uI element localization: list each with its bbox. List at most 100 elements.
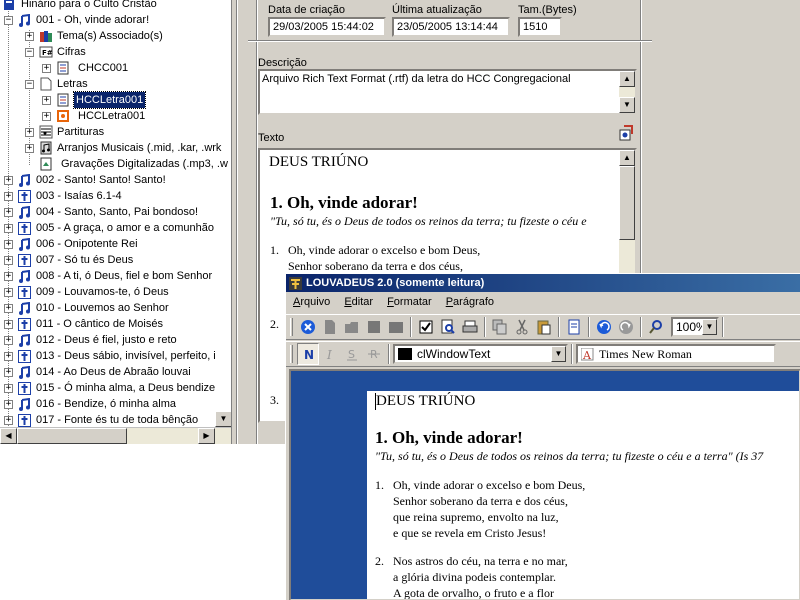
updated-date-field[interactable]: 23/05/2005 13:14:44 [392,17,510,37]
window-titlebar[interactable]: LOUVADEUS 2.0 (somente leitura) [286,274,800,292]
collapse-icon[interactable]: − [25,47,34,57]
undo-icon[interactable] [593,316,615,338]
cut-icon[interactable] [511,316,533,338]
edit-text-icon[interactable] [618,125,634,141]
tree-item-partituras[interactable]: + Partituras [25,124,104,140]
chevron-down-icon[interactable]: ▼ [551,346,566,362]
expand-icon[interactable]: + [42,95,51,105]
description-field[interactable]: Arquivo Rich Text Format (.rtf) da letra… [258,69,637,115]
save-icon[interactable] [363,316,385,338]
tree-item-cifras[interactable]: − F# Cifras [25,44,86,60]
expand-icon[interactable]: + [4,319,13,329]
properties-icon[interactable] [415,316,437,338]
scroll-down-icon[interactable]: ▼ [619,97,635,113]
italic-icon[interactable]: I [319,343,341,365]
expand-icon[interactable]: + [4,335,13,345]
tree-item-temas[interactable]: + Tema(s) Associado(s) [25,28,163,44]
toolbar-grip[interactable] [290,345,293,363]
expand-icon[interactable]: + [25,143,34,153]
font-select[interactable]: A Times New Roman [576,344,776,364]
find-icon[interactable] [645,316,667,338]
tree-item-gravacoes[interactable]: Gravações Digitalizadas (.mp3, .w [38,156,228,172]
tree-item-hymn[interactable]: +010 - Louvemos ao Senhor [4,300,169,316]
expand-icon[interactable]: + [4,175,13,185]
tree-item-hymn[interactable]: +004 - Santo, Santo, Pai bondoso! [4,204,198,220]
size-field[interactable]: 1510 [518,17,562,37]
scroll-thumb[interactable] [17,428,127,444]
tree-item-hymn[interactable]: +012 - Deus é fiel, justo e reto [4,332,177,348]
scroll-up-icon[interactable]: ▲ [619,150,635,166]
tree-item-hymn[interactable]: +011 - O cântico de Moisés [4,316,163,332]
expand-icon[interactable]: + [4,191,13,201]
tree-horizontal-scrollbar[interactable]: ◀ ▶ [0,427,231,444]
expand-icon[interactable]: + [25,31,34,41]
new-file-icon[interactable] [319,316,341,338]
strikethrough-icon[interactable]: R [363,343,385,365]
zoom-select[interactable]: 100% ▼ [671,317,719,337]
expand-icon[interactable]: + [25,127,34,137]
tree-item-arranjos[interactable]: + Arranjos Musicais (.mid, .kar, .wrk [25,140,221,156]
tree-item-hymn[interactable]: +014 - Ao Deus de Abraão louvai [4,364,191,380]
tree-item-hymn[interactable]: +008 - A ti, ó Deus, fiel e bom Senhor [4,268,212,284]
expand-icon[interactable]: + [4,255,13,265]
expand-icon[interactable]: + [4,415,13,425]
scroll-up-icon[interactable]: ▲ [619,71,635,87]
scroll-right-icon[interactable]: ▶ [198,428,215,444]
expand-icon[interactable]: + [42,63,51,73]
tree-item-hccletra001-rtf[interactable]: + HCCLetra001 [42,91,147,109]
scroll-left-icon[interactable]: ◀ [0,428,17,444]
expand-icon[interactable]: + [4,207,13,217]
chevron-down-icon[interactable]: ▼ [702,319,717,335]
description-scrollbar[interactable]: ▲ ▼ [619,71,635,113]
tree-item-letras[interactable]: − Letras [25,76,88,92]
open-file-icon[interactable] [341,316,363,338]
bold-icon[interactable]: N [297,343,319,365]
expand-icon[interactable]: + [4,383,13,393]
underline-icon[interactable]: S [341,343,363,365]
collapse-icon[interactable]: − [4,15,13,25]
save-as-icon[interactable] [385,316,407,338]
tree-item-hymn[interactable]: +013 - Deus sábio, invisível, perfeito, … [4,348,216,364]
page-icon[interactable] [563,316,585,338]
editor-page[interactable]: DEUS TRIÚNO 1. Oh, vinde adorar! "Tu, só… [367,391,799,599]
tree-item-hymn[interactable]: +002 - Santo! Santo! Santo! [4,172,166,188]
menu-item[interactable]: Parágrafo [439,293,501,311]
paste-icon[interactable] [533,316,555,338]
hymn-tree[interactable]: Hinário para o Culto Cristão − 001 - Oh,… [0,0,232,444]
copy-icon[interactable] [489,316,511,338]
menu-item[interactable]: Formatar [380,293,439,311]
expand-icon[interactable]: + [4,399,13,409]
tree-item-hymn[interactable]: +009 - Louvamos-te, ó Deus [4,284,169,300]
print-preview-icon[interactable] [437,316,459,338]
expand-icon[interactable]: + [42,111,51,121]
expand-icon[interactable]: + [4,303,13,313]
expand-icon[interactable]: + [4,287,13,297]
scroll-thumb[interactable] [619,166,635,240]
menu-item[interactable]: Editar [337,293,380,311]
tree-item-hymn[interactable]: +006 - Onipotente Rei [4,236,138,252]
expand-icon[interactable]: + [4,367,13,377]
editor-area[interactable]: DEUS TRIÚNO 1. Oh, vinde adorar! "Tu, só… [289,369,800,600]
expand-icon[interactable]: + [4,351,13,361]
tree-item-hymn[interactable]: +007 - Só tu és Deus [4,252,133,268]
created-date-field[interactable]: 29/03/2005 15:44:02 [268,17,386,37]
redo-icon[interactable] [615,316,637,338]
tree-item-hymn[interactable]: +015 - Ó minha alma, a Deus bendize [4,380,215,396]
tree-item-hymn[interactable]: +016 - Bendize, ó minha alma [4,396,176,412]
collapse-icon[interactable]: − [25,79,34,89]
menu-item[interactable]: Arquivo [286,293,337,311]
tree-item-hymn[interactable]: +005 - A graça, o amor e a comunhão [4,220,214,236]
expand-icon[interactable]: + [4,271,13,281]
tree-item-hymn[interactable]: +003 - Isaías 6.1-4 [4,188,122,204]
print-icon[interactable] [459,316,481,338]
tree-item-hymn-001[interactable]: − 001 - Oh, vinde adorar! [4,12,149,28]
color-select[interactable]: clWindowText ▼ [393,344,568,364]
tree-item-hccletra001-ppt[interactable]: + HCCLetra001 [42,108,145,124]
tree-item-hymn[interactable]: +017 - Fonte és tu de toda bênção [4,412,198,428]
tree-item-chcc001[interactable]: + CHCC001 [42,60,128,76]
toolbar-grip[interactable] [290,318,293,336]
expand-icon[interactable]: + [4,223,13,233]
scroll-down-icon[interactable]: ▼ [215,411,231,427]
expand-icon[interactable]: + [4,239,13,249]
close-doc-icon[interactable] [297,316,319,338]
